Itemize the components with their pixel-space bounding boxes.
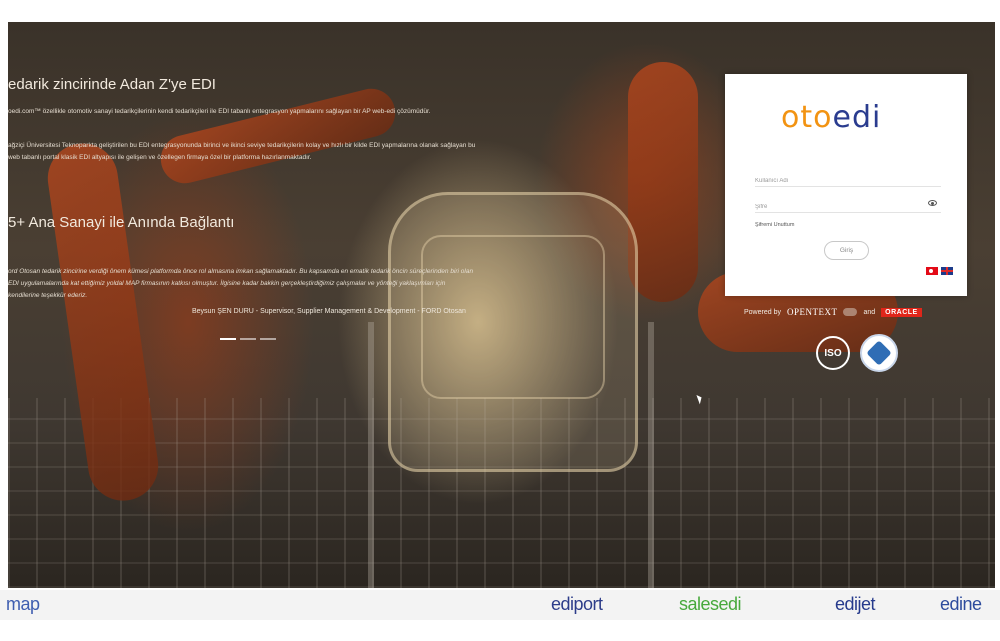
testimonial-quote: ord Otosan tedarik zincirine verdiği öne… xyxy=(8,268,474,299)
floor-rail xyxy=(368,322,374,588)
product-brand-bar: map ediport salesedi edijet edine xyxy=(0,590,1000,620)
otoedi-logo: otoedi xyxy=(781,100,881,135)
username-field[interactable] xyxy=(755,169,941,190)
slider-indicator[interactable] xyxy=(220,338,276,340)
hero-heading: edarik zincirinde Adan Z'ye EDI xyxy=(8,76,216,93)
robot-arm-right xyxy=(628,62,698,302)
username-input[interactable] xyxy=(755,172,941,190)
hero-paragraph: oedi.com™ özellikle otomotiv sanayi teda… xyxy=(8,108,431,115)
hero-paragraph: ağziçi Üniversitesi Teknoparkta geliştir… xyxy=(8,142,476,161)
brand-salesedi-link[interactable]: salesedi xyxy=(679,594,742,615)
brand-map-link[interactable]: map xyxy=(6,594,40,615)
hero-subheading: 5+ Ana Sanayi ile Anında Bağlantı xyxy=(8,214,235,231)
english-flag-icon[interactable] xyxy=(941,267,953,275)
login-panel: otoedi Şifremi Unuttum Giriş xyxy=(725,74,967,296)
password-input[interactable] xyxy=(755,198,941,216)
login-button[interactable]: Giriş xyxy=(824,241,869,260)
and-label: and xyxy=(863,308,876,316)
opentext-logo: OPENTEXT xyxy=(786,307,838,317)
language-switcher xyxy=(926,267,953,275)
car-body-frame xyxy=(388,192,638,472)
turkish-flag-icon[interactable] xyxy=(926,267,938,275)
partner-logo-icon xyxy=(843,308,858,316)
floor-rail xyxy=(648,322,654,588)
slider-dot[interactable] xyxy=(260,338,276,340)
robot-arm-left-upper xyxy=(155,83,401,189)
show-password-icon[interactable] xyxy=(928,200,937,206)
forgot-password-link[interactable]: Şifremi Unuttum xyxy=(755,222,794,228)
brand-ediport-link[interactable]: ediport xyxy=(551,594,603,615)
powered-by: Powered by OPENTEXT and ORACLE xyxy=(744,307,922,317)
oracle-logo: ORACLE xyxy=(881,307,922,317)
powered-by-label: Powered by xyxy=(744,308,781,316)
slider-dot[interactable] xyxy=(220,338,236,340)
brand-edijet-link[interactable]: edijet xyxy=(835,594,876,615)
logo-part-oto: oto xyxy=(781,100,833,135)
password-field[interactable] xyxy=(755,195,941,216)
iso-badge: ISO xyxy=(816,336,850,370)
logo-part-edi: edi xyxy=(832,100,882,135)
slider-dot[interactable] xyxy=(240,338,256,340)
testimonial-author: Beysun ŞEN DURU - Supervisor, Supplier M… xyxy=(192,308,466,315)
brand-edinet-link[interactable]: edine xyxy=(940,594,982,615)
hero-background: edarik zincirinde Adan Z'ye EDI oedi.com… xyxy=(8,22,995,588)
certification-seal-icon xyxy=(860,334,898,372)
